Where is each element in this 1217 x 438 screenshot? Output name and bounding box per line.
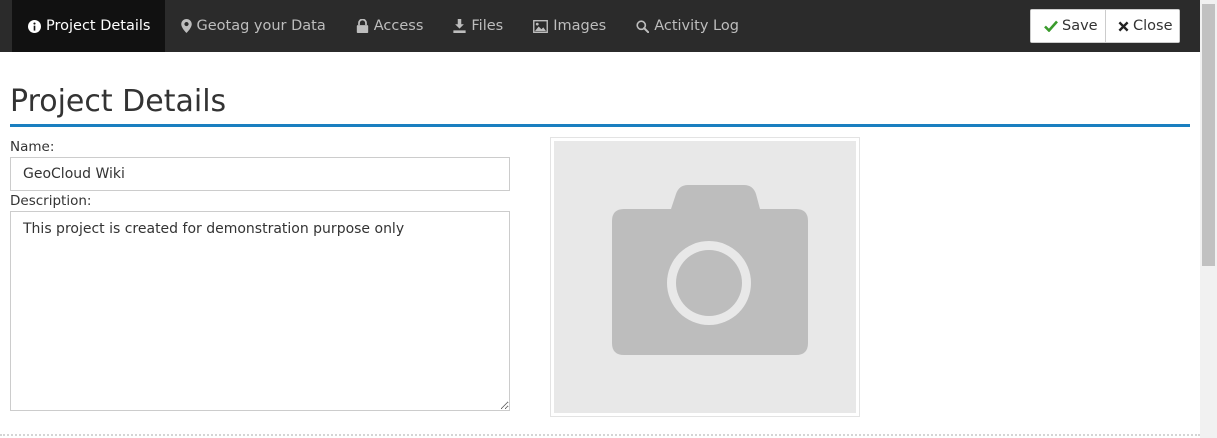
close-icon [1118,21,1129,31]
camera-icon [612,185,808,355]
tab-label: Project Details [46,18,151,34]
tab-label: Files [471,18,504,34]
page-title: Project Details [10,84,227,119]
close-label: Close [1133,18,1173,34]
description-label: Description: [10,193,92,209]
tab-label: Images [553,18,607,34]
project-image-placeholder [554,141,856,413]
bottom-divider [0,434,1200,436]
project-image-frame[interactable] [550,137,860,417]
action-button-group: Save Close [1030,9,1180,43]
name-label: Name: [10,139,55,155]
tab-label: Geotag your Data [196,18,326,34]
image-icon [533,19,549,33]
tab-access[interactable]: Access [340,0,438,52]
download-icon [453,19,467,33]
tab-project-details[interactable]: Project Details [12,0,165,52]
save-button[interactable]: Save [1031,10,1106,42]
tab-files[interactable]: Files [437,0,517,52]
tab-label: Activity Log [654,18,739,34]
vertical-scrollbar[interactable] [1200,0,1217,438]
search-icon [636,19,650,33]
map-marker-icon [180,19,192,33]
tab-label: Access [373,18,424,34]
scrollbar-thumb[interactable] [1202,4,1215,266]
check-icon [1044,20,1058,32]
title-divider [10,124,1190,127]
lock-icon [356,19,368,33]
save-label: Save [1062,18,1098,34]
tab-activity-log[interactable]: Activity Log [620,0,753,52]
info-circle-icon [28,19,41,33]
top-toolbar: Project Details Geotag your Data Access … [0,0,1200,52]
tab-bar: Project Details Geotag your Data Access … [12,0,753,52]
tab-images[interactable]: Images [517,0,620,52]
tab-geotag[interactable]: Geotag your Data [165,0,340,52]
name-input[interactable] [10,157,510,191]
close-button[interactable]: Close [1106,10,1179,42]
description-textarea[interactable]: This project is created for demonstratio… [10,211,510,411]
